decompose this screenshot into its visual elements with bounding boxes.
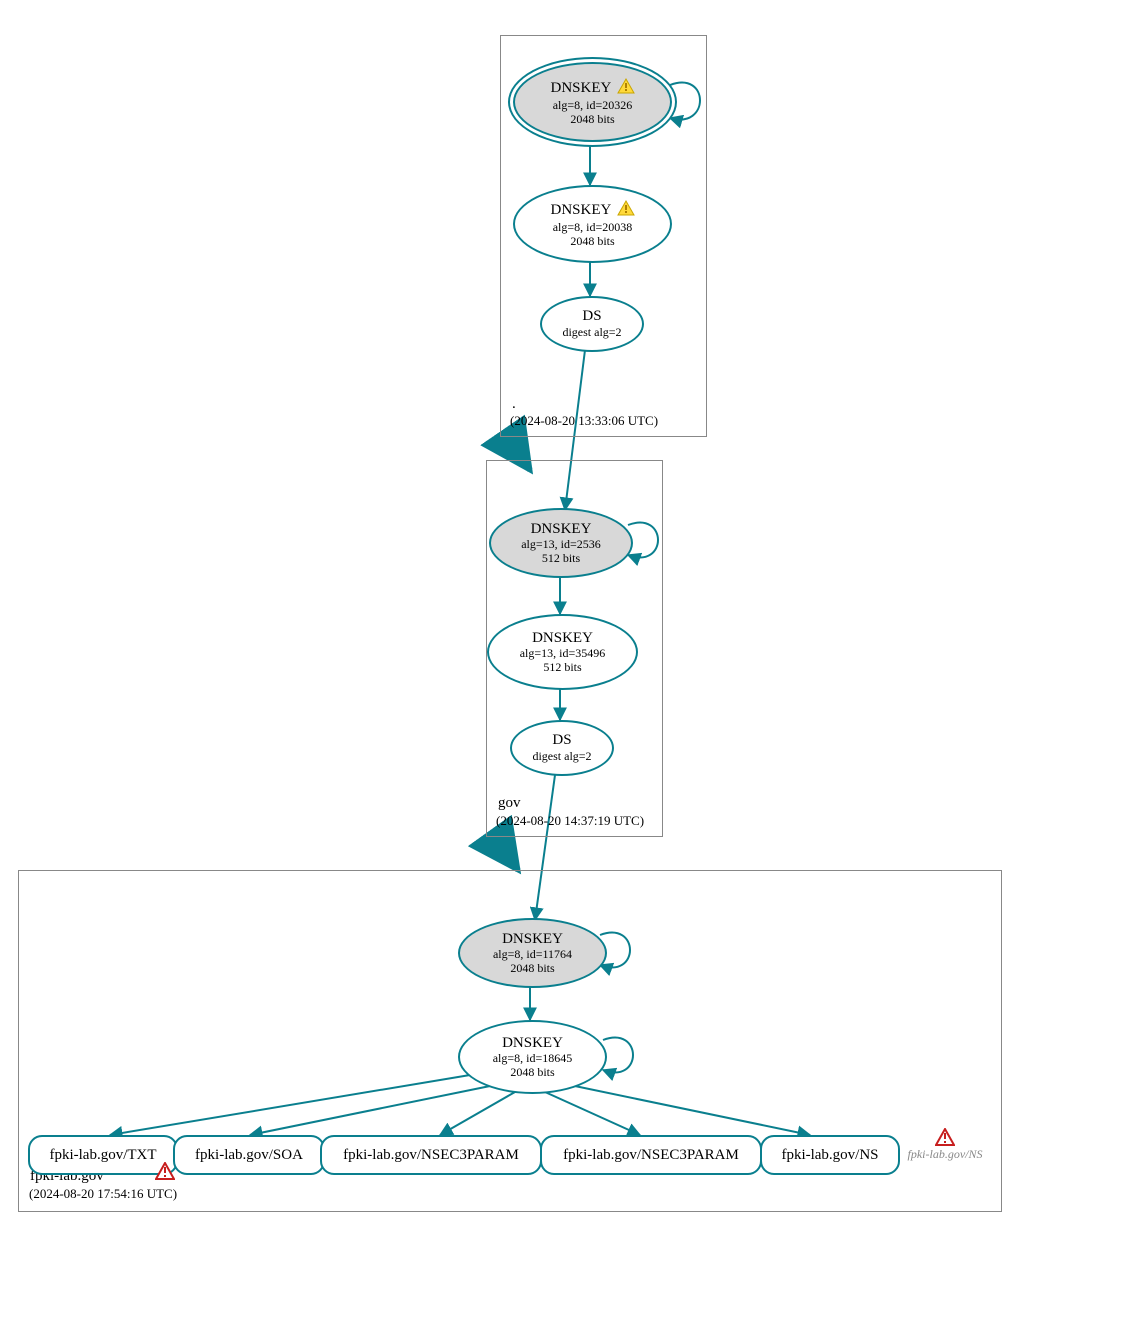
node-root-ds-title: DS	[582, 308, 601, 325]
node-gov-ds-line2: digest alg=2	[532, 750, 591, 764]
error-icon	[155, 1162, 175, 1185]
node-gov-ds[interactable]: DS digest alg=2	[510, 720, 614, 776]
rr-nsec3-a[interactable]: fpki-lab.gov/NSEC3PARAM	[320, 1135, 542, 1175]
node-root-zsk-line3: 2048 bits	[570, 235, 614, 249]
warning-icon	[617, 200, 635, 221]
node-fpki-ksk-line3: 2048 bits	[510, 962, 554, 976]
node-root-ksk-title: DNSKEY	[550, 80, 610, 96]
warning-icon	[617, 78, 635, 99]
rr-ns[interactable]: fpki-lab.gov/NS	[760, 1135, 900, 1175]
zone-gov-label: gov	[498, 795, 521, 812]
node-gov-ds-title: DS	[552, 732, 571, 749]
node-root-ksk-line2: alg=8, id=20326	[553, 99, 633, 113]
rr-soa[interactable]: fpki-lab.gov/SOA	[173, 1135, 325, 1175]
node-gov-zsk-title: DNSKEY	[532, 630, 593, 647]
rr-ns-error-label: fpki-lab.gov/NS	[900, 1147, 990, 1162]
node-gov-ksk-line3: 512 bits	[542, 552, 580, 566]
node-fpki-zsk[interactable]: DNSKEY alg=8, id=18645 2048 bits	[458, 1020, 607, 1094]
node-fpki-ksk-line2: alg=8, id=11764	[493, 948, 572, 962]
node-fpki-zsk-line2: alg=8, id=18645	[493, 1052, 573, 1066]
node-fpki-ksk[interactable]: DNSKEY alg=8, id=11764 2048 bits	[458, 918, 607, 988]
node-gov-ksk-title: DNSKEY	[531, 521, 592, 538]
node-gov-zsk-line3: 512 bits	[543, 661, 581, 675]
node-gov-zsk-line2: alg=13, id=35496	[520, 647, 606, 661]
zone-root-timestamp: (2024-08-20 13:33:06 UTC)	[510, 413, 658, 429]
node-fpki-ksk-title: DNSKEY	[502, 931, 563, 948]
node-gov-zsk[interactable]: DNSKEY alg=13, id=35496 512 bits	[487, 614, 638, 690]
rr-nsec3-b[interactable]: fpki-lab.gov/NSEC3PARAM	[540, 1135, 762, 1175]
node-gov-ksk-line2: alg=13, id=2536	[521, 538, 601, 552]
node-gov-ksk[interactable]: DNSKEY alg=13, id=2536 512 bits	[489, 508, 633, 578]
node-root-ksk-line3: 2048 bits	[570, 113, 614, 127]
node-root-zsk[interactable]: DNSKEY alg=8, id=20038 2048 bits	[513, 185, 672, 263]
node-root-zsk-title: DNSKEY	[550, 202, 610, 218]
zone-root-label: .	[512, 396, 516, 413]
zone-gov-timestamp: (2024-08-20 14:37:19 UTC)	[496, 813, 644, 829]
node-root-zsk-line2: alg=8, id=20038	[553, 221, 633, 235]
node-root-ds[interactable]: DS digest alg=2	[540, 296, 644, 352]
node-root-ksk[interactable]: DNSKEY alg=8, id=20326 2048 bits	[513, 62, 672, 142]
node-fpki-zsk-line3: 2048 bits	[510, 1066, 554, 1080]
node-fpki-zsk-title: DNSKEY	[502, 1035, 563, 1052]
zone-fpki-timestamp: (2024-08-20 17:54:16 UTC)	[29, 1186, 177, 1202]
node-root-ds-line2: digest alg=2	[562, 326, 621, 340]
